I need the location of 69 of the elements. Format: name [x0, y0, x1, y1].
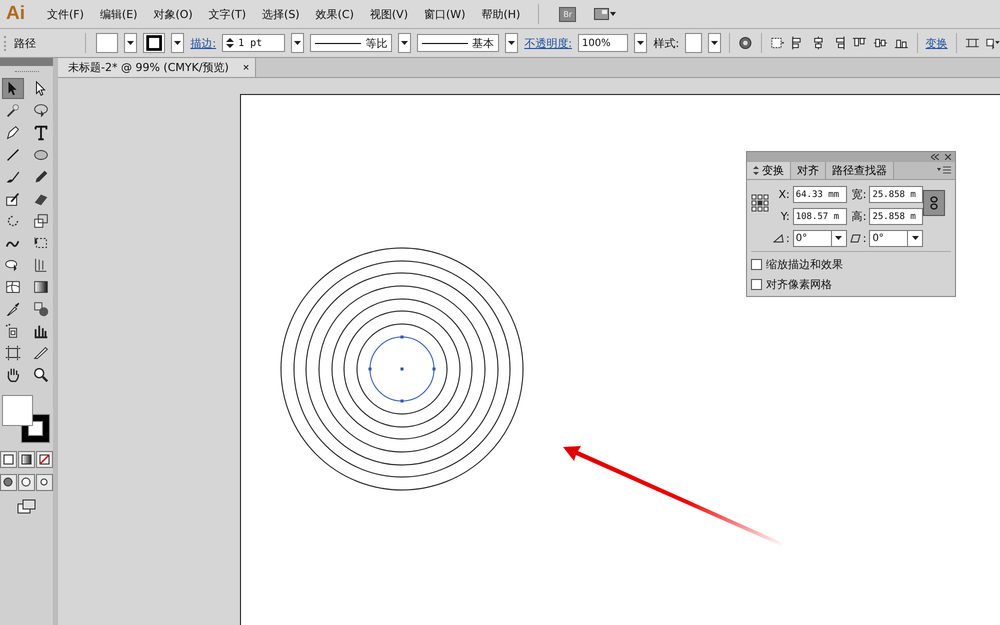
constrain-proportions-button[interactable]: [923, 190, 946, 216]
draw-normal-icon[interactable]: [0, 474, 17, 491]
menu-item[interactable]: 窗口(W): [418, 4, 472, 24]
brush-dropdown[interactable]: 基本: [417, 34, 500, 52]
fill-stroke-icon[interactable]: [2, 395, 52, 445]
input-field[interactable]: 64.33 mm: [792, 186, 847, 203]
fill-swatch[interactable]: [96, 33, 118, 53]
opacity-field[interactable]: 100%: [578, 34, 628, 52]
draw-behind-icon[interactable]: [18, 474, 35, 491]
panel-tab[interactable]: 路径查找器: [826, 162, 894, 179]
recolor-icon[interactable]: [738, 35, 753, 51]
selection-tool-icon[interactable]: [2, 78, 24, 99]
variable-width-dropdown[interactable]: 等比: [310, 34, 392, 52]
gradient-mode-icon[interactable]: [18, 451, 35, 468]
style-label: 样式:: [653, 36, 680, 50]
app-logo: Ai: [6, 3, 25, 25]
input-field[interactable]: 25.858 m: [869, 186, 924, 203]
dropdown-arrow-icon: [835, 236, 842, 241]
field-label: :: [786, 232, 790, 245]
field-label: 高:: [850, 209, 866, 224]
field-label: Y:: [780, 210, 790, 223]
field-label: :: [862, 232, 866, 245]
menu-item[interactable]: 编辑(E): [94, 4, 144, 24]
chain-link-icon: [930, 196, 938, 210]
menu-item[interactable]: 文件(F): [41, 4, 90, 24]
style-swatch[interactable]: [685, 33, 702, 53]
align-to-icon[interactable]: [770, 35, 784, 51]
color-mode-icon[interactable]: [0, 451, 17, 468]
panel-tab[interactable]: 对齐: [791, 162, 826, 179]
field-label: X:: [777, 188, 790, 201]
close-icon[interactable]: [945, 154, 951, 160]
menu-item[interactable]: 选择(S): [256, 4, 306, 24]
screen-mode-icon[interactable]: [16, 499, 36, 515]
field-label: 宽:: [850, 187, 866, 202]
checkbox-label: 对齐像素网格: [766, 277, 832, 292]
shear-icon: [850, 234, 861, 243]
workspace-layout-icon[interactable]: [594, 8, 616, 20]
checkbox[interactable]: [751, 259, 762, 270]
panel-menu-icon[interactable]: [937, 166, 951, 174]
stroke-swatch[interactable]: [143, 33, 166, 53]
stroke-link[interactable]: 描边:: [190, 36, 216, 50]
panel-header-bar: [0, 58, 53, 66]
checkbox[interactable]: [751, 279, 762, 290]
menu-item[interactable]: 帮助(H): [475, 4, 526, 24]
stroke-weight-field[interactable]: 1 pt: [222, 34, 286, 52]
document-tab[interactable]: 未标题-2* @ 99% (CMYK/预览) ×: [58, 58, 256, 77]
dropdown-arrow-icon: [912, 236, 919, 241]
expand-toggle-icon[interactable]: [753, 166, 759, 175]
input-field[interactable]: 25.858 m: [869, 208, 924, 225]
menu-item[interactable]: 视图(V): [364, 4, 414, 24]
angle-icon: [773, 234, 784, 243]
selection-type-label: 路径: [4, 36, 75, 50]
menu-item[interactable]: 对象(O): [147, 4, 199, 24]
checkbox-label: 缩放描边和效果: [766, 257, 843, 272]
rotate-dropdown[interactable]: 0°: [792, 230, 847, 247]
close-button[interactable]: ×: [242, 62, 250, 74]
none-mode-icon[interactable]: [36, 451, 53, 468]
opacity-link[interactable]: 不透明度:: [524, 36, 572, 50]
menu-item[interactable]: 文字(T): [202, 4, 252, 24]
menu-item[interactable]: 效果(C): [310, 4, 360, 24]
spinner-arrows-icon[interactable]: [226, 37, 234, 49]
shear-dropdown[interactable]: 0°: [869, 230, 924, 247]
reference-point-icon[interactable]: [751, 194, 769, 212]
draw-inside-icon[interactable]: [36, 474, 53, 491]
transform-link[interactable]: 变换: [926, 36, 948, 50]
panel-tab[interactable]: 变换: [747, 162, 791, 179]
document-title: 未标题-2* @ 99% (CMYK/预览): [68, 60, 229, 75]
collapse-icon[interactable]: [931, 154, 939, 160]
input-field[interactable]: 108.57 m: [792, 208, 847, 225]
